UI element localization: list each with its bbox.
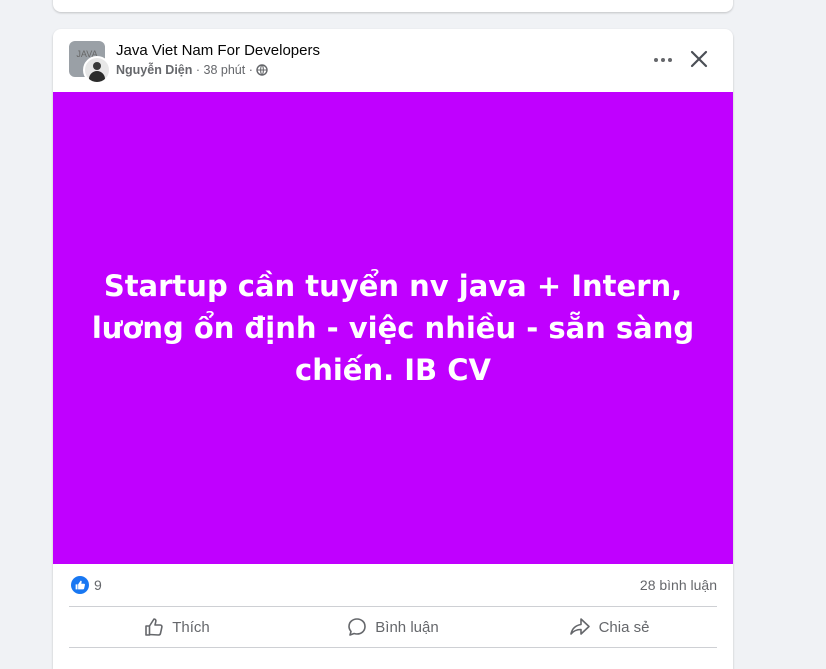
like-reaction-icon[interactable] bbox=[71, 576, 89, 594]
like-button[interactable]: Thích bbox=[69, 607, 285, 647]
post-text-banner[interactable]: Startup cần tuyển nv java + Intern, lươn… bbox=[53, 92, 733, 564]
post-banner-text: Startup cần tuyển nv java + Intern, lươn… bbox=[91, 269, 695, 387]
previous-post-card bbox=[53, 0, 733, 12]
comment-label: Bình luận bbox=[375, 618, 439, 636]
post-card: JAVA Java Viet Nam For Developers Nguyễn… bbox=[53, 29, 733, 669]
reaction-count[interactable]: 9 bbox=[94, 577, 102, 593]
globe-icon bbox=[256, 64, 269, 79]
avatar-body bbox=[89, 71, 105, 82]
meta-separator: · bbox=[192, 63, 204, 77]
group-name-link[interactable]: Java Viet Nam For Developers bbox=[116, 42, 320, 59]
actions-bottom-divider bbox=[69, 647, 717, 648]
meta-separator-2: · bbox=[245, 63, 257, 77]
share-button[interactable]: Chia sẻ bbox=[501, 607, 717, 647]
comment-count-link[interactable]: 28 bình luận bbox=[640, 577, 717, 593]
close-icon[interactable] bbox=[687, 47, 711, 71]
author-avatar[interactable] bbox=[83, 56, 111, 84]
share-arrow-icon bbox=[569, 617, 591, 637]
post-meta: Nguyễn Diện · 38 phút · bbox=[116, 63, 269, 79]
comment-bubble-icon bbox=[347, 617, 367, 637]
more-options-icon[interactable] bbox=[651, 48, 675, 72]
post-stats: 9 28 bình luận bbox=[69, 564, 717, 606]
avatar-head bbox=[93, 62, 101, 70]
author-name-link[interactable]: Nguyễn Diện bbox=[116, 63, 192, 77]
comment-button[interactable]: Bình luận bbox=[285, 607, 501, 647]
post-header: JAVA Java Viet Nam For Developers Nguyễn… bbox=[53, 29, 733, 92]
post-time-link[interactable]: 38 phút bbox=[204, 63, 246, 77]
thumbs-up-icon bbox=[144, 617, 164, 637]
like-label: Thích bbox=[172, 618, 210, 636]
share-label: Chia sẻ bbox=[598, 618, 650, 636]
post-actions-bar: Thích Bình luận Chia sẻ bbox=[69, 607, 717, 647]
